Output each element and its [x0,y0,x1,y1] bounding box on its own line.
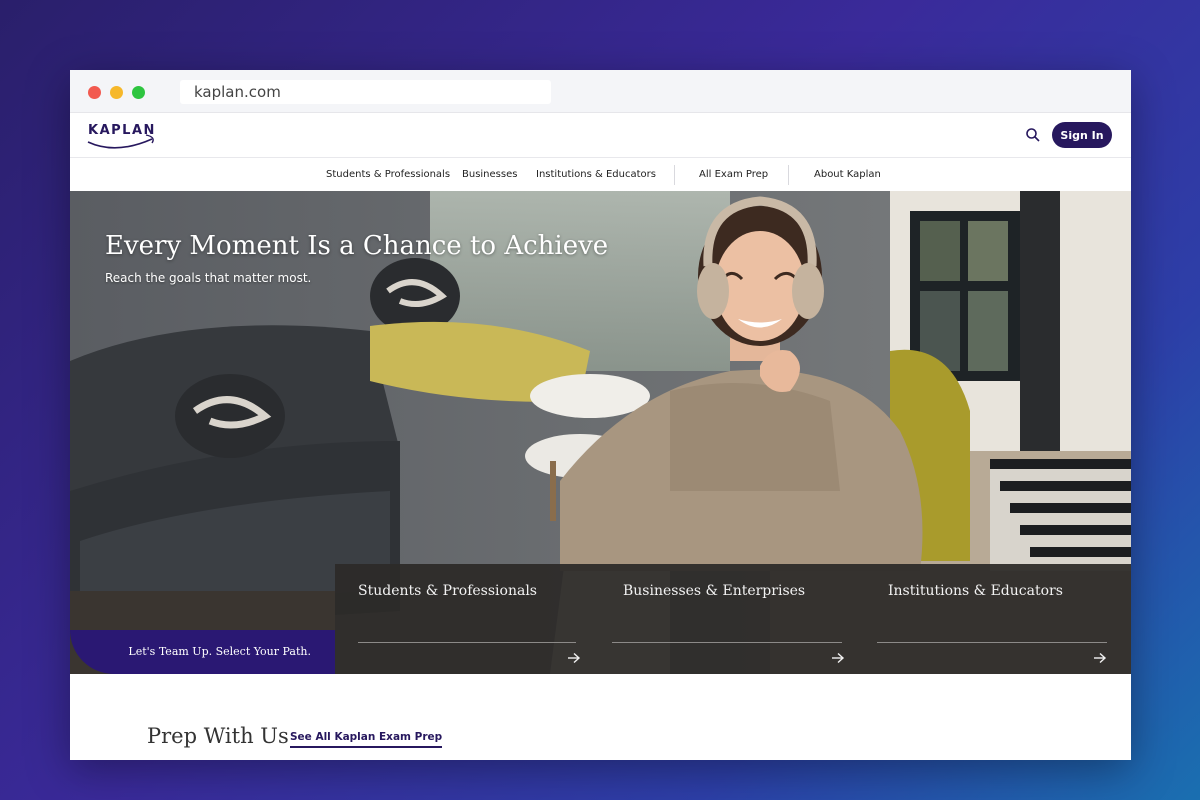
browser-chrome: kaplan.com [70,70,1131,113]
arrow-right-icon [1094,652,1107,664]
address-bar[interactable]: kaplan.com [180,80,551,104]
browser-window: kaplan.com KAPLAN Sign In Students & Pro… [70,70,1131,760]
arrow-right-icon [568,652,581,664]
path-card-businesses-enterprises[interactable]: Businesses & Enterprises [600,564,865,674]
hero-title: Every Moment Is a Chance to Achieve [105,231,609,261]
search-icon[interactable] [1025,127,1041,143]
team-up-banner: Let's Team Up. Select Your Path. [70,630,335,674]
minimize-window-button[interactable] [110,86,123,99]
path-selector: Students & Professionals Businesses & En… [335,564,1131,674]
path-card-divider [358,642,576,643]
hero-subtitle: Reach the goals that matter most. [105,271,312,285]
site-header: KAPLAN Sign In [70,113,1131,158]
nav-item-institutions-educators[interactable]: Institutions & Educators [536,159,656,191]
main-nav: Students & Professionals Businesses Inst… [70,159,1131,191]
path-card-institutions-educators[interactable]: Institutions & Educators [865,564,1131,674]
path-card-label: Businesses & Enterprises [623,583,806,599]
nav-divider [788,165,789,185]
nav-item-students-professionals[interactable]: Students & Professionals [326,159,450,191]
kaplan-logo[interactable]: KAPLAN [86,121,158,151]
maximize-window-button[interactable] [132,86,145,99]
see-all-exam-prep-link[interactable]: See All Kaplan Exam Prep [290,731,443,748]
logo-swoosh-icon [87,134,154,149]
close-window-button[interactable] [88,86,101,99]
path-card-students-professionals[interactable]: Students & Professionals [335,564,600,674]
nav-item-businesses[interactable]: Businesses [462,159,517,191]
nav-divider [674,165,675,185]
arrow-right-icon [832,652,845,664]
sign-in-button[interactable]: Sign In [1052,122,1112,148]
path-card-label: Students & Professionals [358,583,537,599]
hero-banner: Every Moment Is a Chance to Achieve Reac… [70,191,1131,674]
path-card-divider [612,642,842,643]
nav-item-all-exam-prep[interactable]: All Exam Prep [699,159,768,191]
nav-item-about-kaplan[interactable]: About Kaplan [814,159,881,191]
prep-section: Prep With Us See All Kaplan Exam Prep [70,674,1131,760]
path-card-divider [877,642,1107,643]
path-card-label: Institutions & Educators [888,583,1063,599]
prep-title: Prep With Us [147,724,289,748]
